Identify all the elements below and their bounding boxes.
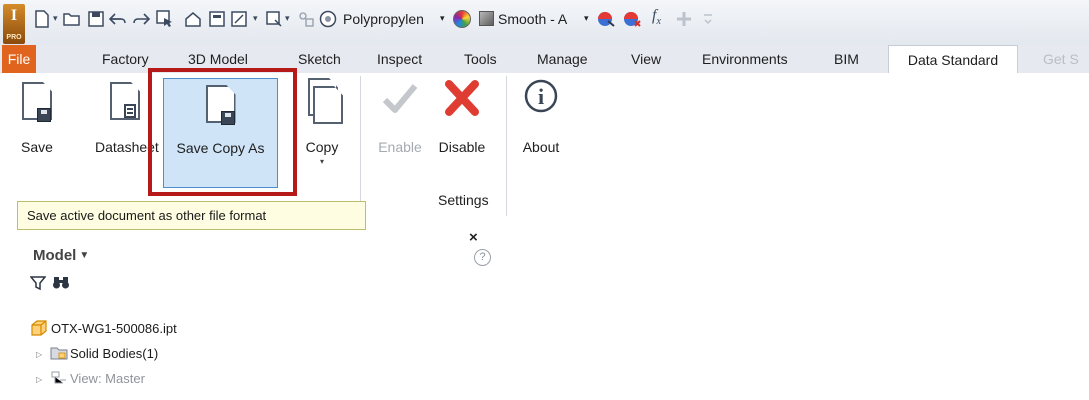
- fx-subscript: x: [656, 16, 661, 28]
- tab-bim[interactable]: BIM: [834, 45, 859, 73]
- datasheet-icon: [107, 78, 143, 124]
- save-copy-as-tooltip: Save active document as other file forma…: [17, 201, 366, 230]
- browser-title[interactable]: Model ▼: [33, 247, 89, 264]
- info-icon: i: [523, 78, 559, 124]
- svg-text:i: i: [538, 84, 544, 109]
- app-logo-letter: I: [10, 7, 18, 24]
- save-label: Save: [21, 139, 53, 155]
- ribbon-separator: [506, 76, 507, 216]
- tree-item-view-master[interactable]: ▷ View: Master: [30, 368, 500, 390]
- copy-button[interactable]: Copy ▾: [296, 73, 348, 178]
- enable-button[interactable]: Enable: [370, 73, 430, 178]
- expand-arrow-icon[interactable]: ▷: [36, 344, 46, 366]
- appearance-dropdown-icon[interactable]: ▾: [584, 13, 592, 25]
- home-icon[interactable]: [183, 9, 203, 29]
- measure-icon[interactable]: [264, 9, 284, 29]
- customize-qat-icon[interactable]: [698, 9, 718, 29]
- appearance-swatch-icon: [479, 11, 494, 26]
- solid-bodies-label: Solid Bodies(1): [70, 346, 159, 361]
- part-cube-icon: [30, 320, 48, 336]
- new-dropdown-icon[interactable]: ▾: [53, 13, 61, 25]
- save-document-icon: [19, 78, 55, 124]
- checkmark-icon: [382, 78, 418, 124]
- part-name: OTX-WG1-500086.ipt: [51, 321, 177, 336]
- tab-sketch[interactable]: Sketch: [298, 45, 341, 73]
- tab-file[interactable]: File: [2, 45, 36, 73]
- ribbon-separator: [360, 76, 361, 216]
- project-icon[interactable]: [296, 9, 316, 29]
- view-rep-icon: [50, 370, 68, 384]
- graphics-canvas[interactable]: [500, 217, 1089, 400]
- material-sphere-icon[interactable]: [318, 9, 338, 29]
- filter-icon[interactable]: [29, 275, 47, 291]
- app-edition-label: PRO: [6, 34, 22, 41]
- undo-icon[interactable]: [108, 9, 128, 29]
- tab-view[interactable]: View: [631, 45, 661, 73]
- appearance-combo[interactable]: Smooth - A: [498, 9, 583, 29]
- quick-access-toolbar: I PRO ▾ ▾ ▾ Polypropylen ▾ Smooth - A ▾: [0, 0, 1089, 45]
- disable-button[interactable]: Disable: [431, 73, 493, 178]
- color-wheel-icon[interactable]: [453, 10, 471, 28]
- enable-label: Enable: [378, 139, 422, 155]
- copy-label: Copy: [305, 139, 339, 155]
- open-folder-icon[interactable]: [62, 9, 82, 29]
- view-master-label: View: Master: [70, 371, 145, 386]
- save-button[interactable]: Save: [16, 73, 58, 178]
- tree-item-part[interactable]: OTX-WG1-500086.ipt: [30, 318, 500, 340]
- tab-factory[interactable]: Factory: [102, 45, 149, 73]
- expand-arrow-icon[interactable]: ▷: [36, 369, 46, 391]
- close-icon[interactable]: ×: [469, 229, 478, 246]
- sketch-icon[interactable]: [230, 9, 250, 29]
- redo-icon[interactable]: [131, 9, 151, 29]
- chevron-down-icon: ▼: [79, 250, 90, 261]
- sketch-dropdown-icon[interactable]: ▾: [253, 13, 261, 25]
- select-icon[interactable]: [155, 9, 175, 29]
- tab-inspect[interactable]: Inspect: [377, 45, 422, 73]
- measure-dropdown-icon[interactable]: ▾: [285, 13, 293, 25]
- datasheet-button[interactable]: Datasheet: [95, 73, 159, 178]
- copy-documents-icon: [304, 78, 343, 124]
- save-icon[interactable]: [86, 9, 106, 29]
- disable-label: Disable: [438, 139, 486, 155]
- material-dropdown-icon[interactable]: ▾: [440, 13, 448, 25]
- highlight-annotation: [148, 68, 297, 196]
- add-icon[interactable]: [674, 9, 694, 29]
- about-button[interactable]: i About: [512, 73, 570, 178]
- datasheet-label: Datasheet: [95, 139, 159, 155]
- adjust-appearance-icon[interactable]: [596, 9, 616, 29]
- about-label: About: [522, 139, 560, 155]
- parameters-icon[interactable]: fx: [652, 7, 661, 27]
- settings-panel-title: Settings: [438, 192, 489, 208]
- material-combo[interactable]: Polypropylen: [343, 9, 439, 29]
- copy-dropdown-icon[interactable]: ▾: [296, 157, 348, 166]
- update-icon[interactable]: [207, 9, 227, 29]
- clear-appearance-icon[interactable]: [622, 9, 642, 29]
- tab-tools[interactable]: Tools: [464, 45, 497, 73]
- help-icon[interactable]: ?: [474, 249, 491, 266]
- tab-data-standard[interactable]: Data Standard: [888, 45, 1018, 73]
- tab-environments[interactable]: Environments: [702, 45, 788, 73]
- folder-icon: [50, 345, 68, 360]
- browser-title-label: Model: [33, 247, 77, 264]
- red-x-icon: [444, 78, 480, 124]
- new-document-icon[interactable]: [32, 9, 52, 29]
- binoculars-icon[interactable]: [52, 275, 70, 295]
- application-menu-button[interactable]: I PRO: [3, 4, 25, 44]
- tree-item-solid-bodies[interactable]: ▷ Solid Bodies(1): [30, 343, 500, 365]
- tab-manage[interactable]: Manage: [537, 45, 588, 73]
- tab-get-started[interactable]: Get S: [1043, 45, 1079, 73]
